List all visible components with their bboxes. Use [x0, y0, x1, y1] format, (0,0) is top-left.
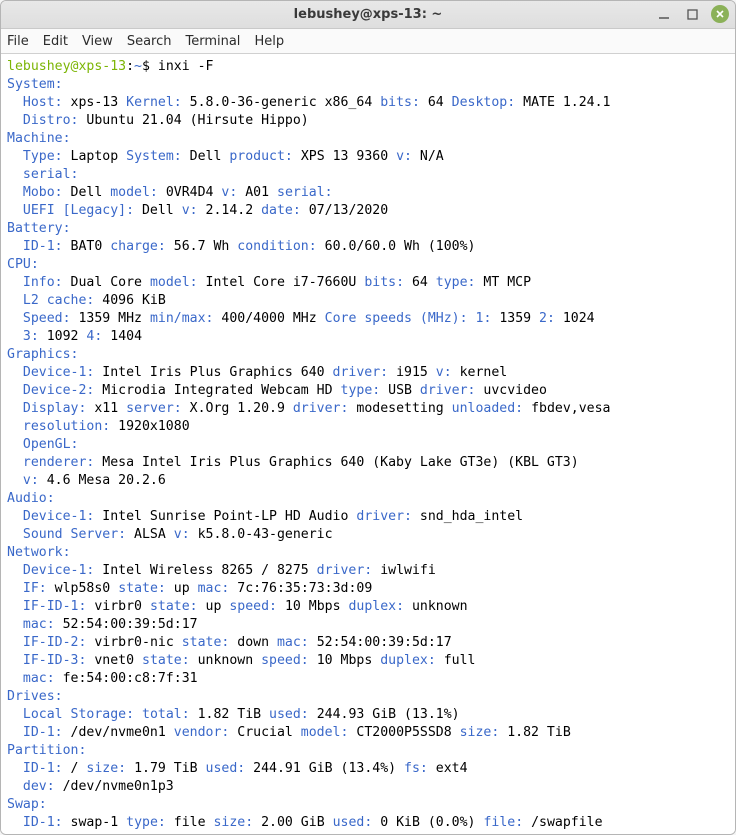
- close-button[interactable]: [711, 5, 729, 23]
- window-controls: [655, 5, 729, 23]
- terminal-output[interactable]: lebushey@xps-13:~$ inxi -F System: Host:…: [1, 54, 735, 834]
- menu-file[interactable]: File: [7, 34, 29, 49]
- menu-help[interactable]: Help: [254, 34, 284, 49]
- maximize-button[interactable]: [683, 5, 701, 23]
- menu-edit[interactable]: Edit: [43, 34, 68, 49]
- menu-view[interactable]: View: [82, 34, 113, 49]
- titlebar[interactable]: lebushey@xps-13: ~: [1, 1, 735, 29]
- minimize-button[interactable]: [655, 5, 673, 23]
- menu-search[interactable]: Search: [127, 34, 172, 49]
- terminal-window: lebushey@xps-13: ~ File Edit View Search…: [0, 0, 736, 835]
- menubar: File Edit View Search Terminal Help: [1, 29, 735, 54]
- menu-terminal[interactable]: Terminal: [185, 34, 240, 49]
- window-title: lebushey@xps-13: ~: [294, 7, 443, 22]
